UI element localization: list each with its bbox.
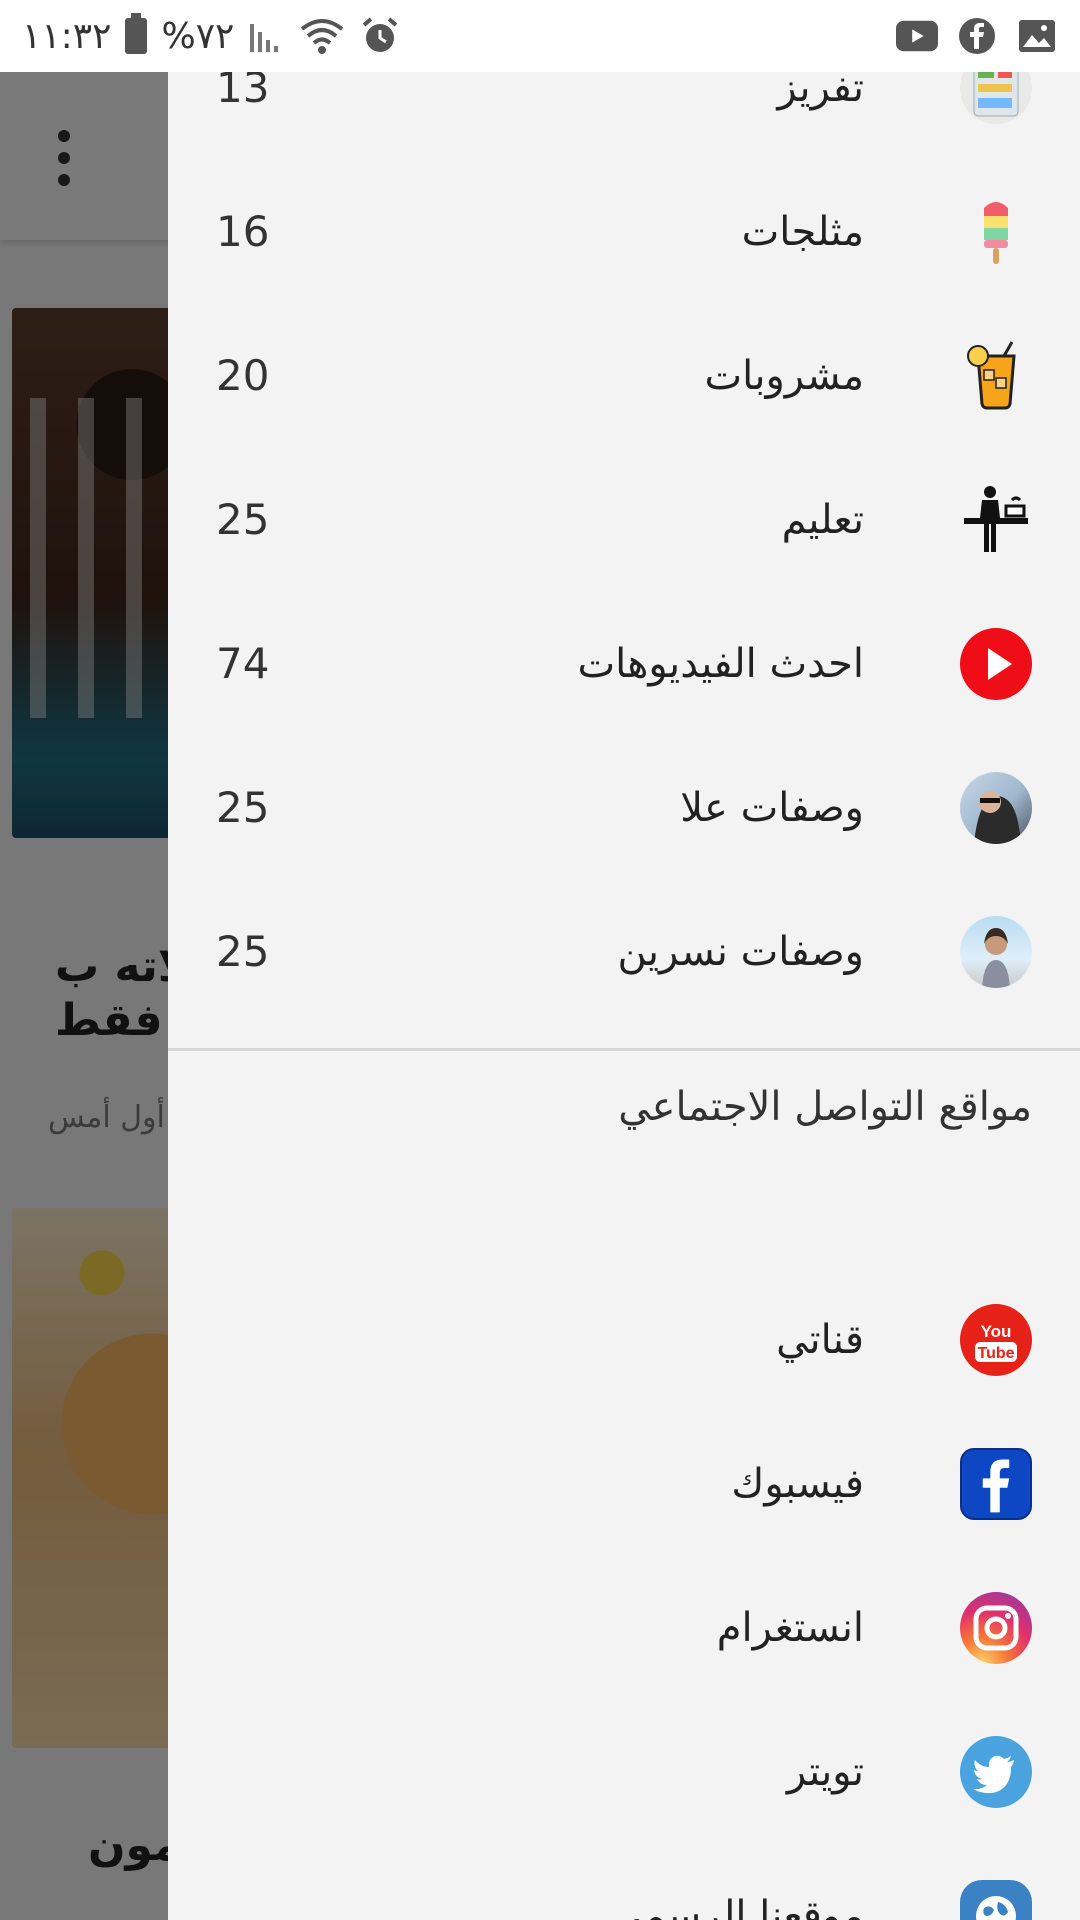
battery-level: %٧٢ <box>161 15 235 57</box>
drawer-item-latest-videos[interactable]: 74 احدث الفيديوهات <box>168 592 1080 736</box>
clock: ١١:٣٢ <box>22 15 112 57</box>
drawer-item-drinks[interactable]: 20 مشروبات <box>168 304 1080 448</box>
wifi-icon <box>301 19 344 54</box>
popsicle-icon <box>960 196 1032 268</box>
item-label: فيسبوك <box>731 1461 864 1507</box>
drawer-divider <box>168 1048 1080 1051</box>
drawer-item-my-channel[interactable]: قناتي You Tube <box>168 1268 1080 1412</box>
svg-text:Tube: Tube <box>977 1345 1014 1362</box>
item-label: قناتي <box>776 1317 864 1363</box>
item-label: مثلجات <box>741 209 864 255</box>
drawer-item-ola-recipes[interactable]: 25 وصفات علا <box>168 736 1080 880</box>
teacher-icon <box>960 484 1032 556</box>
juice-icon <box>960 340 1032 412</box>
image-icon <box>1016 16 1058 56</box>
drawer-item-instagram[interactable]: انستغرام <box>168 1556 1080 1700</box>
item-count: 20 <box>216 351 270 400</box>
drawer-item-icecream[interactable]: 16 مثلجات <box>168 160 1080 304</box>
youtube-icon: You Tube <box>960 1304 1032 1376</box>
youtube-icon <box>896 16 938 56</box>
avatar-ola-icon <box>960 772 1032 844</box>
navigation-drawer: 13 تفريز 16 مثلجات 20 مشروبات 25 تعليم 7… <box>168 72 1080 1920</box>
instagram-icon <box>960 1592 1032 1664</box>
item-count: 16 <box>216 207 270 256</box>
item-count: 25 <box>216 927 270 976</box>
item-label: مشروبات <box>704 353 864 399</box>
item-label: تفريز <box>777 72 864 111</box>
facebook-icon <box>960 1448 1032 1520</box>
social-section-title: مواقع التواصل الاجتماعي <box>618 1084 1032 1130</box>
item-label: وصفات علا <box>680 785 864 831</box>
alarm-icon <box>363 17 398 52</box>
drawer-item-education[interactable]: 25 تعليم <box>168 448 1080 592</box>
facebook-icon <box>956 16 998 56</box>
item-label: تعليم <box>781 497 864 543</box>
item-count: 74 <box>216 639 270 688</box>
drawer-item-freezing[interactable]: 13 تفريز <box>168 72 1080 160</box>
item-label: احدث الفيديوهات <box>577 641 864 687</box>
item-label: وصفات نسرين <box>617 929 864 975</box>
play-icon <box>960 628 1032 700</box>
drawer-item-facebook[interactable]: فيسبوك <box>168 1412 1080 1556</box>
drawer-item-twitter[interactable]: تويتر <box>168 1700 1080 1844</box>
item-label: انستغرام <box>716 1605 864 1651</box>
drawer-item-official-site[interactable]: موقعنا الرسمي <box>168 1844 1080 1920</box>
battery-icon <box>125 13 148 54</box>
svg-text:You: You <box>981 1322 1012 1341</box>
item-count: 25 <box>216 495 270 544</box>
item-count: 13 <box>216 72 270 112</box>
fridge-icon <box>960 72 1032 124</box>
item-label: تويتر <box>786 1749 864 1795</box>
item-count: 25 <box>216 783 270 832</box>
item-label: موقعنا الرسمي <box>611 1893 864 1920</box>
avatar-nesreen-icon <box>960 916 1032 988</box>
status-left: ١١:٣٢ %٧٢ <box>22 13 400 57</box>
globe-icon <box>960 1880 1032 1920</box>
twitter-icon <box>960 1736 1032 1808</box>
status-right <box>896 16 1058 56</box>
drawer-item-nesreen-recipes[interactable]: 25 وصفات نسرين <box>168 880 1080 1024</box>
status-bar: ١١:٣٢ %٧٢ <box>0 0 1080 72</box>
signal-icon <box>250 24 279 52</box>
